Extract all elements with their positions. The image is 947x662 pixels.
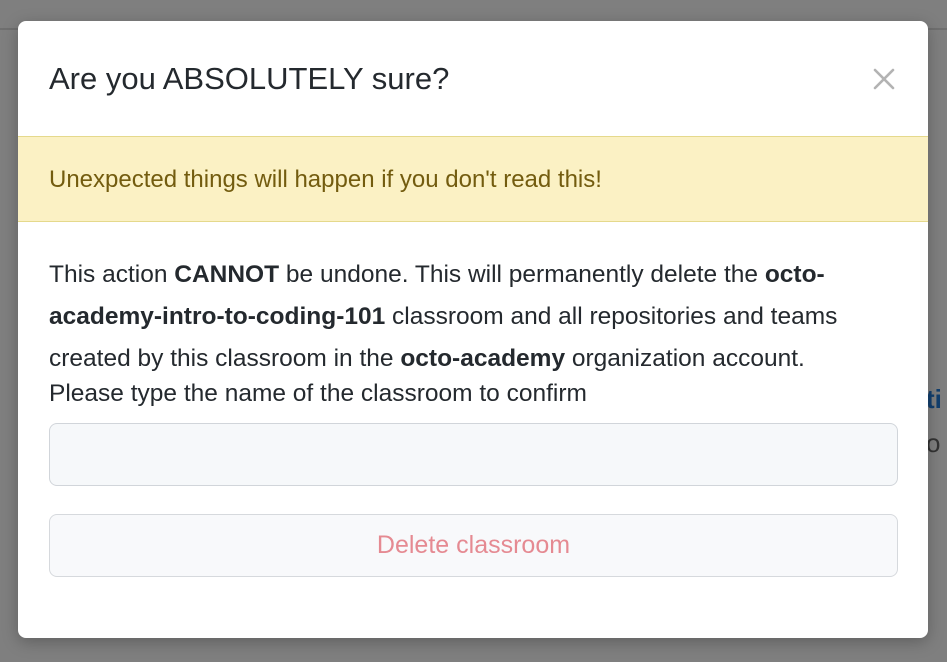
- warning-text: Unexpected things will happen if you don…: [49, 166, 602, 193]
- dialog-title: Are you ABSOLUTELY sure?: [49, 61, 450, 96]
- delete-classroom-button[interactable]: Delete classroom: [49, 514, 898, 577]
- confirm-label: Please type the name of the classroom to…: [49, 380, 587, 407]
- dialog-header: Are you ABSOLUTELY sure?: [18, 21, 928, 136]
- warning-banner: Unexpected things will happen if you don…: [18, 136, 928, 222]
- dialog-body: This action CANNOT be undone. This will …: [49, 254, 898, 577]
- close-button[interactable]: [870, 65, 898, 93]
- cannot-emphasis: CANNOT: [174, 261, 280, 288]
- confirm-classroom-name-input[interactable]: [49, 423, 898, 486]
- description-part-4: organization account.: [565, 345, 805, 372]
- delete-classroom-dialog: Are you ABSOLUTELY sure? Unexpected thin…: [18, 21, 928, 638]
- organization-name: octo-academy: [400, 345, 566, 372]
- close-x-icon: [873, 68, 895, 90]
- background-text-fragment: o: [926, 428, 941, 458]
- description-part-2: be undone. This will permanently delete …: [279, 261, 765, 288]
- deletion-description: This action CANNOT be undone. This will …: [49, 254, 898, 380]
- background-link-fragment: ti: [926, 384, 942, 414]
- description-part-1: This action: [49, 261, 175, 288]
